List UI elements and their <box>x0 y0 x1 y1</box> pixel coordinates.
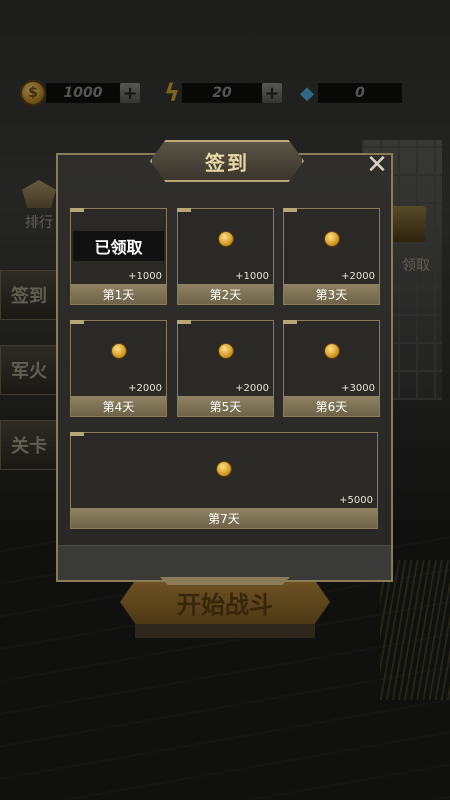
coin-icon <box>216 461 232 477</box>
claimed-banner: 已领取 <box>73 231 164 261</box>
dialog-title: 签到 <box>150 140 304 182</box>
dialog-bottom-bar <box>58 545 391 580</box>
day-card[interactable]: +3000 第6天 <box>283 320 380 417</box>
coin-icon <box>217 231 234 247</box>
reward-amount: +5000 <box>339 495 373 506</box>
day-label: 第1天 <box>71 284 166 304</box>
day-card-wide[interactable]: +5000 第7天 <box>70 432 378 529</box>
coin-icon <box>323 231 340 247</box>
close-icon[interactable]: ✕ <box>364 152 390 179</box>
reward-amount: +1000 <box>235 271 269 282</box>
reward-amount: +2000 <box>235 383 269 394</box>
day-label: 第6天 <box>284 396 379 416</box>
day-label: 第3天 <box>284 284 379 304</box>
coin-icon <box>217 343 234 359</box>
reward-amount: +2000 <box>341 271 375 282</box>
coin-icon <box>110 343 127 359</box>
dialog-bottom-notch <box>160 577 290 585</box>
day-label: 第2天 <box>178 284 273 304</box>
day-label: 第7天 <box>71 508 377 528</box>
day-card[interactable]: +2000 第3天 <box>283 208 380 305</box>
day-card[interactable]: +1000 第2天 <box>177 208 274 305</box>
day-label: 第4天 <box>71 396 166 416</box>
coin-icon <box>323 343 340 359</box>
reward-amount: +3000 <box>341 383 375 394</box>
day-card[interactable]: 已领取 +1000 第1天 <box>70 208 167 305</box>
day-label: 第5天 <box>178 396 273 416</box>
day-card[interactable]: +2000 第4天 <box>70 320 167 417</box>
day-card[interactable]: +2000 第5天 <box>177 320 274 417</box>
reward-amount: +2000 <box>128 383 162 394</box>
reward-amount: +1000 <box>128 271 162 282</box>
